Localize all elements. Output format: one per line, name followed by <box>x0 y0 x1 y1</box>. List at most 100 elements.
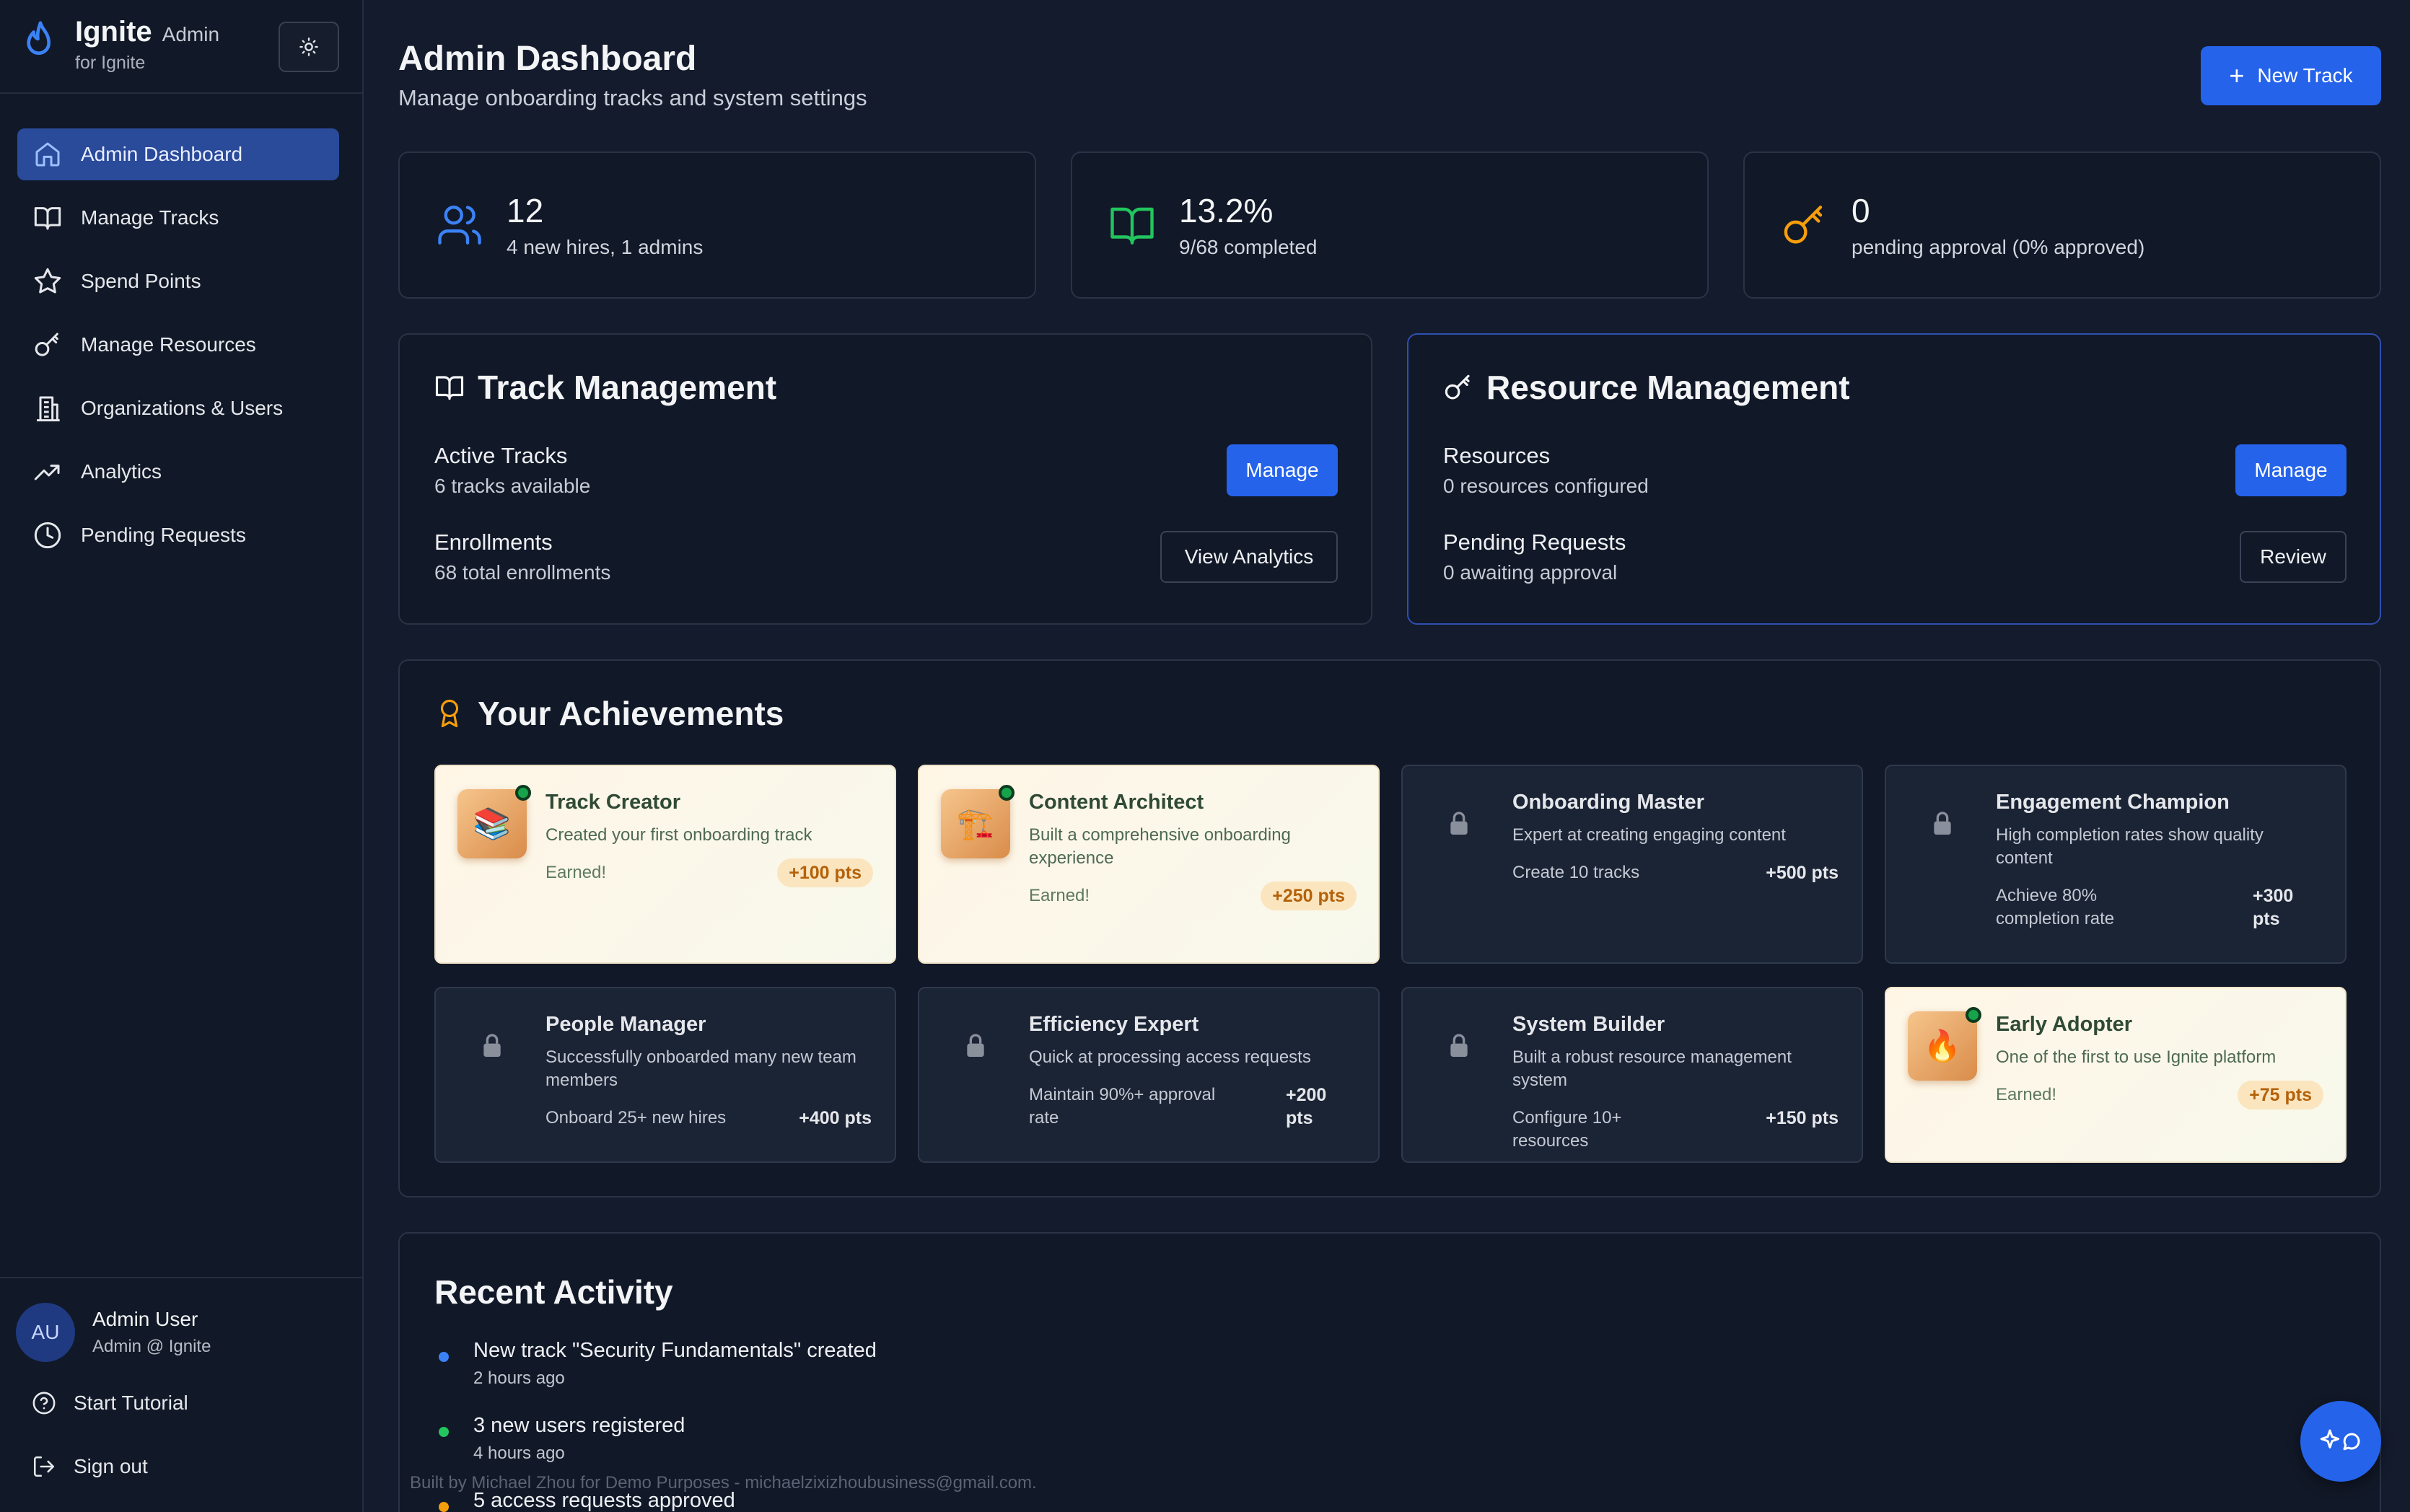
resources-subtitle: 0 resources configured <box>1443 475 1649 497</box>
achievement-description: High completion rates show quality conte… <box>1996 825 2264 868</box>
sidebar-item-label: Organizations & Users <box>81 397 284 419</box>
lock-icon <box>1424 1011 1494 1081</box>
clock-icon <box>34 522 61 549</box>
achievement-description: Built a robust resource management syste… <box>1512 1047 1792 1090</box>
achievement-card[interactable]: Engagement Champion High completion rate… <box>1885 765 2347 964</box>
brand-role: Admin <box>162 23 220 45</box>
achievement-card[interactable]: System Builder Built a robust resource m… <box>1401 987 1863 1163</box>
achievement-points: +300 pts <box>2253 886 2294 929</box>
achievement-card[interactable]: Onboarding Master Expert at creating eng… <box>1401 765 1863 964</box>
new-track-button[interactable]: + New Track <box>2201 46 2381 105</box>
achievement-requirement: Maintain 90%+ approval rate <box>1029 1085 1216 1128</box>
sidebar: Ignite Admin for Ignite Admin Dashboard M… <box>0 0 364 1512</box>
manage-resources-button[interactable]: Manage <box>2235 444 2347 496</box>
stat-card-users: 12 4 new hires, 1 admins <box>398 151 1036 299</box>
activity-time: 4 hours ago <box>473 1443 565 1463</box>
achievement-title: Engagement Champion <box>1996 791 2230 814</box>
achievement-requirement: Create 10 tracks <box>1512 863 1640 882</box>
stat-label: 9/68 completed <box>1179 236 1318 258</box>
achievement-title: System Builder <box>1512 1013 1665 1036</box>
fire-icon: 🔥 <box>1908 1011 1977 1081</box>
achievement-title: Onboarding Master <box>1512 791 1704 814</box>
sign-out-button[interactable]: Sign out <box>32 1454 148 1479</box>
achievement-points: +500 pts <box>1766 863 1839 883</box>
achievement-card[interactable]: Efficiency Expert Quick at processing ac… <box>918 987 1380 1163</box>
pending-requests-subtitle: 0 awaiting approval <box>1443 561 1618 584</box>
panel-title-text: Resource Management <box>1486 369 1850 406</box>
stat-value: 13.2% <box>1179 192 1274 229</box>
home-icon <box>35 142 60 167</box>
panel-title: Your Achievements <box>434 694 784 733</box>
sidebar-nav: Admin Dashboard Manage Tracks Spend Poin… <box>17 128 339 573</box>
activity-time: 2 hours ago <box>473 1368 565 1388</box>
enrollments-title: Enrollments <box>434 529 553 555</box>
activity-item: 3 new users registered 4 hours ago <box>439 1414 685 1464</box>
sidebar-item-organizations-users[interactable]: Organizations & Users <box>17 382 339 434</box>
achievement-card[interactable]: 📚 Track Creator Created your first onboa… <box>434 765 896 964</box>
activity-bullet <box>439 1352 449 1362</box>
sidebar-item-admin-dashboard[interactable]: Admin Dashboard <box>17 128 339 180</box>
theme-toggle-button[interactable] <box>279 22 339 72</box>
achievement-points: +100 pts <box>777 858 873 887</box>
stat-value: 12 <box>507 192 544 229</box>
achievement-card[interactable]: 🏗️ Content Architect Built a comprehensi… <box>918 765 1380 964</box>
user-profile[interactable]: AU Admin User Admin @ Ignite <box>16 1303 211 1362</box>
panel-title-text: Track Management <box>478 369 777 406</box>
lock-icon <box>1424 789 1494 858</box>
new-track-label: New Track <box>2257 64 2353 87</box>
activity-title: 3 new users registered <box>473 1414 685 1437</box>
brand-name: Ignite <box>75 16 152 48</box>
lock-icon <box>941 1011 1010 1081</box>
sidebar-item-manage-tracks[interactable]: Manage Tracks <box>17 192 339 244</box>
achievement-status: Earned! <box>1029 886 1090 905</box>
stat-label: pending approval (0% approved) <box>1852 236 2145 258</box>
ai-chat-button[interactable] <box>2300 1401 2381 1482</box>
achievement-points: +150 pts <box>1766 1108 1839 1128</box>
view-analytics-button[interactable]: View Analytics <box>1160 531 1338 583</box>
review-button[interactable]: Review <box>2240 531 2347 583</box>
lock-icon <box>1908 789 1977 858</box>
sidebar-item-manage-resources[interactable]: Manage Resources <box>17 319 339 371</box>
achievement-points: +400 pts <box>799 1108 872 1128</box>
achievement-points: +75 pts <box>2238 1081 2323 1109</box>
panel-title: Resource Management <box>1443 368 1850 407</box>
active-tracks-subtitle: 6 tracks available <box>434 475 591 497</box>
achievement-title: People Manager <box>545 1013 706 1036</box>
key-icon <box>1784 206 1823 244</box>
sidebar-item-label: Spend Points <box>81 270 201 292</box>
activity-item: New track "Security Fundamentals" create… <box>439 1339 877 1389</box>
activity-bullet <box>439 1502 449 1512</box>
achievement-card[interactable]: 🔥 Early Adopter One of the first to use … <box>1885 987 2347 1163</box>
book-open-icon <box>1110 207 1154 245</box>
sidebar-item-label: Pending Requests <box>81 524 246 546</box>
sidebar-item-spend-points[interactable]: Spend Points <box>17 255 339 307</box>
manage-tracks-button[interactable]: Manage <box>1227 444 1338 496</box>
active-tracks-title: Active Tracks <box>434 443 568 468</box>
achievement-description: Successfully onboarded many new team mem… <box>545 1047 856 1090</box>
sidebar-item-analytics[interactable]: Analytics <box>17 446 339 498</box>
earned-indicator <box>999 785 1015 801</box>
achievement-description: Quick at processing access requests <box>1029 1047 1311 1067</box>
achievement-card[interactable]: People Manager Successfully onboarded ma… <box>434 987 896 1163</box>
sidebar-item-pending-requests[interactable]: Pending Requests <box>17 509 339 561</box>
log-out-icon <box>33 1456 55 1477</box>
avatar: AU <box>16 1303 75 1362</box>
brand[interactable]: Ignite Admin for Ignite <box>20 16 220 73</box>
start-tutorial-button[interactable]: Start Tutorial <box>32 1391 188 1415</box>
divider <box>0 1277 362 1278</box>
track-management-panel: Track Management Active Tracks 6 tracks … <box>398 333 1372 625</box>
help-circle-icon <box>32 1392 56 1415</box>
pending-requests-title: Pending Requests <box>1443 529 1626 555</box>
sun-icon <box>299 38 318 56</box>
panel-title: Track Management <box>434 368 776 407</box>
building-icon <box>37 396 60 422</box>
stat-label: 4 new hires, 1 admins <box>507 236 704 258</box>
panel-title-text: Your Achievements <box>478 695 784 732</box>
achievement-requirement: Onboard 25+ new hires <box>545 1108 727 1128</box>
earned-indicator <box>515 785 531 801</box>
achievement-description: One of the first to use Ignite platform <box>1996 1047 2277 1067</box>
user-name: Admin User <box>92 1308 198 1330</box>
achievement-points: +200 pts <box>1286 1085 1327 1128</box>
achievement-description: Built a comprehensive onboarding experie… <box>1029 825 1291 868</box>
achievement-points: +250 pts <box>1261 882 1357 910</box>
